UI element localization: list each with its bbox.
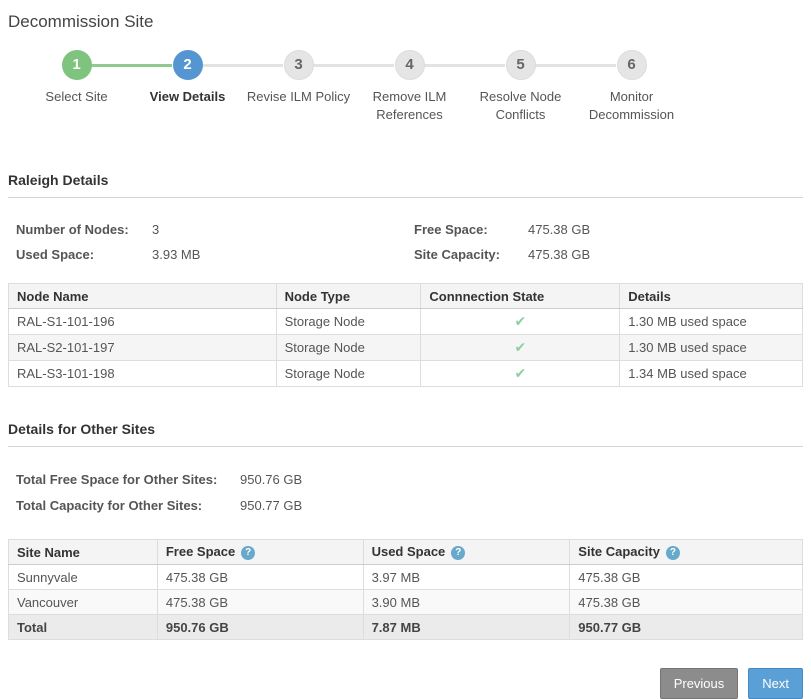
next-button[interactable]: Next [748, 668, 803, 699]
field-value: 3 [152, 222, 414, 237]
connection-state-cell: ✔ [421, 309, 620, 335]
connection-state-cell: ✔ [421, 335, 620, 361]
help-icon[interactable]: ? [666, 546, 680, 560]
step-label: Select Site [45, 88, 107, 106]
wizard-step-remove-ilm-references[interactable]: 4 Remove ILM References [354, 50, 465, 124]
field-label: Used Space: [16, 247, 152, 262]
step-label: Revise ILM Policy [247, 88, 350, 106]
table-row: Sunnyvale 475.38 GB 3.97 MB 475.38 GB [9, 565, 803, 590]
wizard-step-resolve-node-conflicts[interactable]: 5 Resolve Node Conflicts [465, 50, 576, 124]
site-name-cell: Total [9, 615, 158, 640]
details-cell: 1.30 MB used space [620, 309, 803, 335]
site-capacity-cell: 475.38 GB [570, 590, 803, 615]
details-cell: 1.34 MB used space [620, 361, 803, 387]
field-value: 475.38 GB [528, 247, 803, 262]
table-row: RAL-S1-101-196 Storage Node ✔ 1.30 MB us… [9, 309, 803, 335]
table-total-row: Total 950.76 GB 7.87 MB 950.77 GB [9, 615, 803, 640]
column-header-used-space: Used Space? [363, 540, 570, 565]
node-type-cell: Storage Node [276, 335, 421, 361]
step-number-badge: 1 [62, 50, 92, 80]
column-header-node-name: Node Name [9, 284, 277, 309]
node-name-cell: RAL-S3-101-198 [9, 361, 277, 387]
table-row: RAL-S3-101-198 Storage Node ✔ 1.34 MB us… [9, 361, 803, 387]
column-header-node-type: Node Type [276, 284, 421, 309]
step-label: Remove ILM References [358, 88, 462, 124]
node-name-cell: RAL-S1-101-196 [9, 309, 277, 335]
table-header-row: Site Name Free Space? Used Space? Site C… [9, 540, 803, 565]
section-heading-site-details: Raleigh Details [8, 172, 803, 198]
table-header-row: Node Name Node Type Connnection State De… [9, 284, 803, 309]
column-header-free-space: Free Space? [157, 540, 363, 565]
wizard-step-revise-ilm-policy[interactable]: 3 Revise ILM Policy [243, 50, 354, 124]
previous-button[interactable]: Previous [660, 668, 739, 699]
step-number-badge: 3 [284, 50, 314, 80]
field-label: Total Free Space for Other Sites: [16, 472, 240, 487]
site-capacity-cell: 950.77 GB [570, 615, 803, 640]
connection-state-cell: ✔ [421, 361, 620, 387]
other-sites-summary: Total Free Space for Other Sites: 950.76… [16, 472, 803, 513]
connected-check-icon: ✔ [514, 365, 526, 381]
column-header-connection-state: Connnection State [421, 284, 620, 309]
wizard-stepper: 1 Select Site 2 View Details 3 Revise IL… [8, 50, 803, 150]
site-details-summary: Number of Nodes: 3 Free Space: 475.38 GB… [16, 222, 803, 262]
page-title: Decommission Site [8, 12, 803, 32]
used-space-cell: 7.87 MB [363, 615, 570, 640]
help-icon[interactable]: ? [451, 546, 465, 560]
details-cell: 1.30 MB used space [620, 335, 803, 361]
wizard-step-monitor-decommission[interactable]: 6 Monitor Decommission [576, 50, 687, 124]
step-number-badge: 6 [617, 50, 647, 80]
table-row: RAL-S2-101-197 Storage Node ✔ 1.30 MB us… [9, 335, 803, 361]
site-capacity-cell: 475.38 GB [570, 565, 803, 590]
section-heading-other-sites: Details for Other Sites [8, 421, 803, 447]
step-label: Resolve Node Conflicts [469, 88, 573, 124]
free-space-cell: 475.38 GB [157, 590, 363, 615]
field-value: 950.76 GB [240, 472, 803, 487]
step-number-badge: 2 [173, 50, 203, 80]
field-label: Number of Nodes: [16, 222, 152, 237]
field-label: Site Capacity: [414, 247, 528, 262]
field-label: Total Capacity for Other Sites: [16, 498, 240, 513]
connected-check-icon: ✔ [514, 313, 526, 329]
step-number-badge: 5 [506, 50, 536, 80]
free-space-cell: 950.76 GB [157, 615, 363, 640]
nodes-table: Node Name Node Type Connnection State De… [8, 283, 803, 387]
column-header-site-capacity: Site Capacity? [570, 540, 803, 565]
field-value: 3.93 MB [152, 247, 414, 262]
wizard-step-view-details[interactable]: 2 View Details [132, 50, 243, 124]
used-space-cell: 3.97 MB [363, 565, 570, 590]
free-space-cell: 475.38 GB [157, 565, 363, 590]
site-name-cell: Sunnyvale [9, 565, 158, 590]
step-label: View Details [150, 88, 226, 106]
field-value: 950.77 GB [240, 498, 803, 513]
other-sites-table: Site Name Free Space? Used Space? Site C… [8, 539, 803, 640]
help-icon[interactable]: ? [241, 546, 255, 560]
table-row: Vancouver 475.38 GB 3.90 MB 475.38 GB [9, 590, 803, 615]
node-type-cell: Storage Node [276, 309, 421, 335]
used-space-cell: 3.90 MB [363, 590, 570, 615]
node-type-cell: Storage Node [276, 361, 421, 387]
step-number-badge: 4 [395, 50, 425, 80]
node-name-cell: RAL-S2-101-197 [9, 335, 277, 361]
step-label: Monitor Decommission [580, 88, 684, 124]
field-value: 475.38 GB [528, 222, 803, 237]
wizard-step-select-site[interactable]: 1 Select Site [21, 50, 132, 124]
column-header-site-name: Site Name [9, 540, 158, 565]
site-name-cell: Vancouver [9, 590, 158, 615]
wizard-footer: Previous Next [8, 668, 803, 699]
connected-check-icon: ✔ [514, 339, 526, 355]
field-label: Free Space: [414, 222, 528, 237]
column-header-details: Details [620, 284, 803, 309]
